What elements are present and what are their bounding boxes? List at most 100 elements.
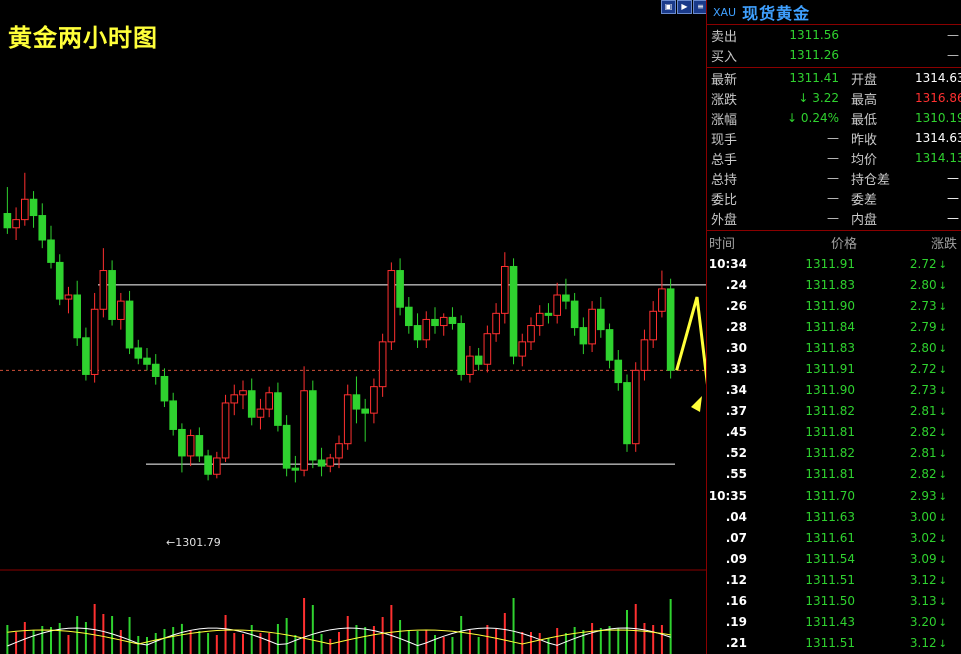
trade-price: 1311.81 (805, 467, 855, 482)
trade-row[interactable]: .37 1311.82 2.81 ↓ (707, 401, 961, 422)
stat-row: 委比 — 委差 — (707, 188, 961, 208)
candle-up (553, 294, 561, 316)
forecast-arrow-path (675, 296, 706, 385)
down-arrow-icon: ↓ (798, 91, 813, 105)
trade-time: .26 (725, 298, 747, 313)
stat-value: ↓ 3.22 (798, 91, 839, 105)
candle-up (535, 312, 544, 327)
candle-up (370, 386, 378, 414)
trade-row[interactable]: .26 1311.90 2.73 ↓ (707, 295, 961, 316)
forecast-arrow-head-1 (691, 396, 702, 412)
candle-down (474, 355, 483, 365)
candle-up (387, 270, 396, 343)
candle-up (256, 408, 265, 418)
trade-row[interactable]: .45 1311.81 2.82 ↓ (707, 422, 961, 443)
trade-row[interactable]: .55 1311.81 2.82 ↓ (707, 464, 961, 485)
trade-list-header: 时间 价格 涨跌 (707, 231, 961, 253)
panel-toggle-icon[interactable]: ▣ (661, 0, 676, 14)
candle-down (151, 363, 160, 377)
trade-row[interactable]: 10:34 1311.91 2.72 ↓ (707, 253, 961, 274)
stat-label: 涨幅 (711, 112, 738, 128)
trade-change: 3.09 ↓ (909, 551, 947, 566)
trade-row[interactable]: .21 1311.51 3.12 ↓ (707, 633, 961, 654)
stat-label: 外盘 (711, 212, 738, 228)
trade-row[interactable]: .07 1311.61 3.02 ↓ (707, 527, 961, 548)
stat-value-2: 1314.63 (915, 131, 961, 145)
quote-label: 买入 (711, 49, 738, 65)
candle-down (597, 308, 605, 331)
stat-label: 委比 (711, 192, 738, 208)
candle-up (239, 390, 247, 396)
candle-down (108, 270, 116, 320)
trade-change: 3.12 ↓ (909, 572, 947, 587)
candle-down (195, 435, 204, 457)
candle-down (317, 459, 326, 467)
trade-row[interactable]: .28 1311.84 2.79 ↓ (707, 316, 961, 337)
trade-change: 2.93 ↓ (909, 488, 947, 503)
candle-up (230, 394, 239, 404)
candle-down (666, 288, 675, 371)
trade-time: .33 (725, 362, 747, 377)
trade-time: .12 (725, 572, 747, 587)
stat-label-2: 最低 (851, 112, 878, 128)
trade-row[interactable]: .12 1311.51 3.12 ↓ (707, 569, 961, 590)
candle-up (99, 270, 108, 310)
chart-title: 黄金两小时图 (8, 24, 158, 52)
quote-panel: XAU 现货黄金 卖出 1311.56 — 买入 1311.26 — 最新 1311.41 开… (706, 0, 961, 654)
candle-down (125, 300, 134, 349)
candle-up (631, 369, 640, 445)
candle-up (213, 457, 221, 475)
symbol-code: XAU (713, 5, 737, 19)
candle-up (518, 341, 527, 357)
trade-price: 1311.91 (805, 256, 855, 271)
trade-row[interactable]: .24 1311.83 2.80 ↓ (707, 274, 961, 295)
trade-row[interactable]: .09 1311.54 3.09 ↓ (707, 548, 961, 569)
trade-time: .16 (725, 594, 747, 609)
trade-row[interactable]: 10:35 1311.70 2.93 ↓ (707, 485, 961, 506)
candle-down (605, 329, 614, 361)
candle-down (309, 390, 317, 461)
trade-time: .30 (725, 340, 747, 355)
play-icon[interactable]: ▶ (677, 0, 692, 14)
candle-down (169, 400, 177, 430)
candle-down (247, 390, 256, 418)
down-arrow-icon: ↓ (938, 365, 947, 377)
candle-up (640, 339, 649, 371)
trade-change: 2.81 ↓ (909, 446, 947, 461)
trade-row[interactable]: .33 1311.91 2.72 ↓ (707, 358, 961, 379)
stat-label: 总手 (711, 152, 738, 168)
candle-up (439, 316, 448, 327)
trade-row[interactable]: .16 1311.50 3.13 ↓ (707, 591, 961, 612)
candle-down (352, 394, 361, 410)
candle-up (466, 355, 474, 375)
trade-price: 1311.82 (805, 446, 855, 461)
stat-value: — (827, 171, 839, 185)
trade-row[interactable]: .52 1311.82 2.81 ↓ (707, 443, 961, 464)
candle-down (82, 337, 90, 375)
candle-up (117, 300, 125, 320)
stats-block: 最新 1311.41 开盘 1314.63 涨跌 ↓ 3.22 最高 1316.86 涨幅 ↓ 0… (707, 68, 961, 231)
stat-value: — (827, 191, 839, 205)
down-arrow-icon: ↓ (938, 512, 947, 524)
down-arrow-icon: ↓ (938, 280, 947, 292)
down-arrow-icon: ↓ (938, 639, 947, 651)
quote-value-2: — (947, 48, 959, 62)
candle-up (90, 308, 99, 375)
down-arrow-icon: ↓ (938, 259, 947, 271)
trade-list[interactable]: 10:34 1311.91 2.72 ↓ .24 1311.83 2.80 ↓ .26 1311.… (707, 253, 961, 654)
trade-time: .34 (725, 383, 747, 398)
stat-value: 1311.41 (789, 71, 839, 85)
quote-label: 卖出 (711, 29, 738, 45)
trade-row[interactable]: .30 1311.83 2.80 ↓ (707, 337, 961, 358)
candlestick-chart-area[interactable]: 黄金两小时图 ←1301.79 (0, 0, 706, 654)
low-price-value: 1301.79 (175, 536, 221, 549)
candle-down (431, 318, 439, 327)
stat-value-2: — (947, 171, 959, 185)
trade-price: 1311.63 (805, 509, 855, 524)
trade-row[interactable]: .34 1311.90 2.73 ↓ (707, 380, 961, 401)
trade-change: 3.02 ↓ (909, 530, 947, 545)
down-arrow-icon: ↓ (938, 386, 947, 398)
candle-up (335, 443, 343, 459)
trade-row[interactable]: .19 1311.43 3.20 ↓ (707, 612, 961, 633)
trade-row[interactable]: .04 1311.63 3.00 ↓ (707, 506, 961, 527)
